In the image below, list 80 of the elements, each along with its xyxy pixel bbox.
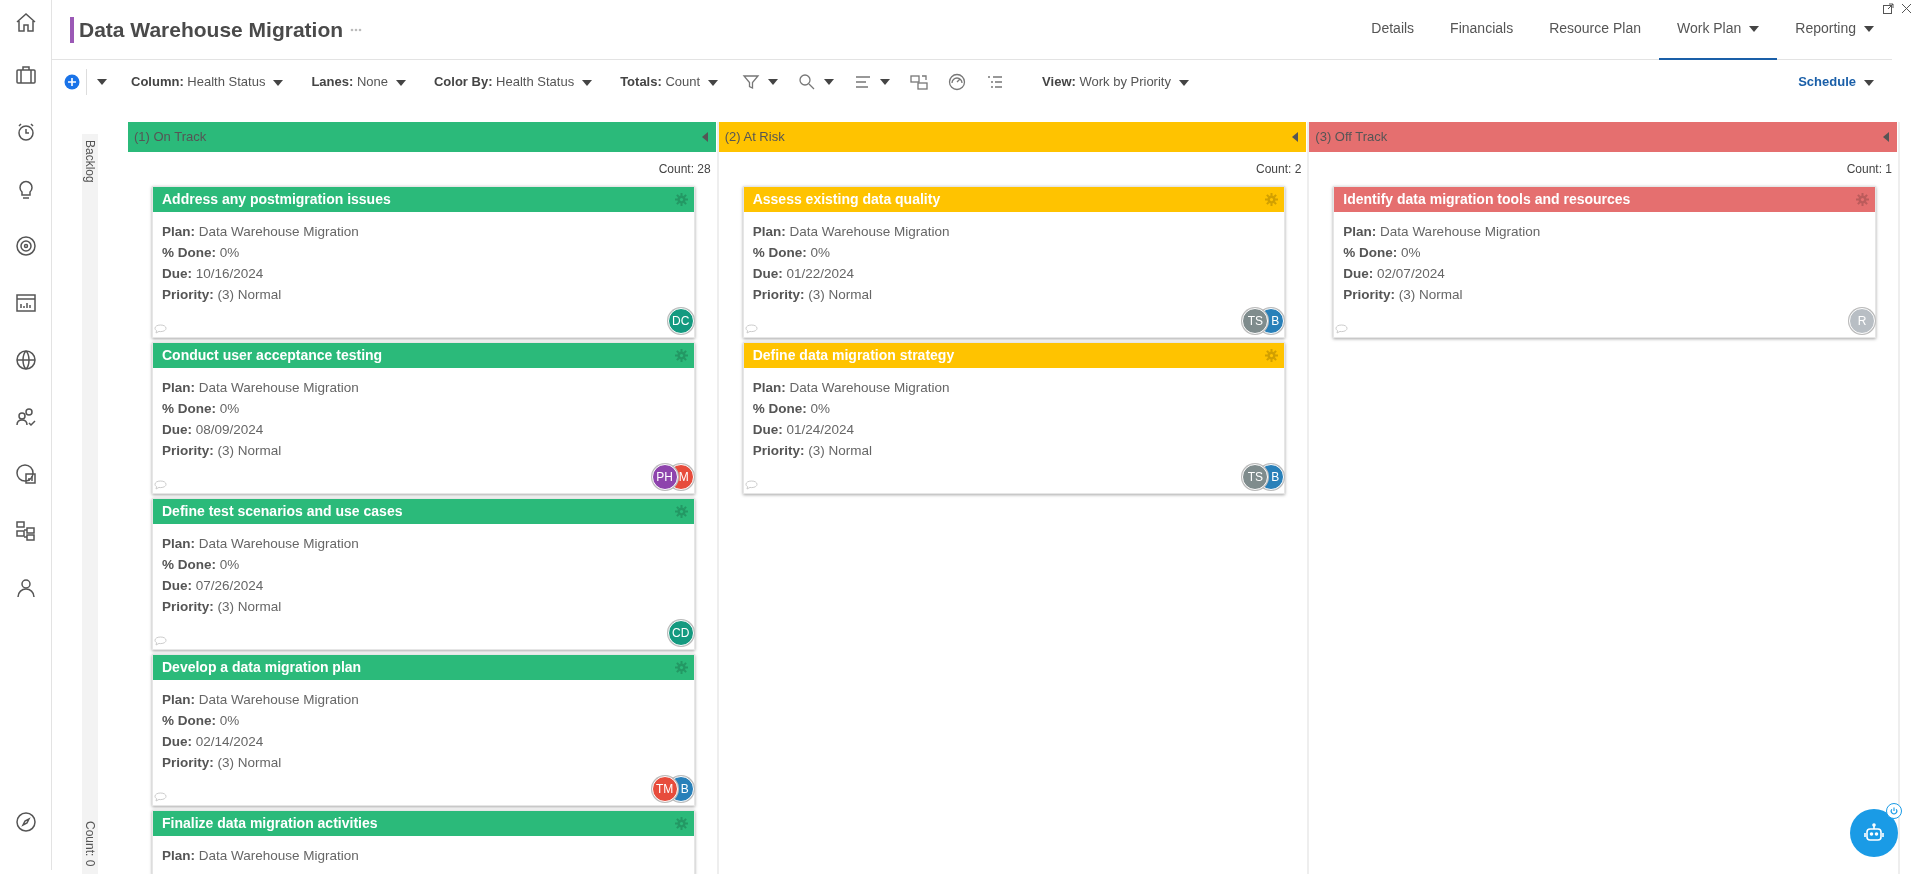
card-field: Due: 01/24/2024 xyxy=(752,419,1276,440)
collapse-icon[interactable] xyxy=(1883,132,1889,142)
backlog-count: Count: 0 xyxy=(82,820,98,866)
column-count: Count: 28 xyxy=(657,161,712,178)
expand-icon[interactable] xyxy=(1883,3,1894,14)
column-count: Count: 2 xyxy=(1254,161,1303,178)
dropdown-selector[interactable]: Column: Health Status xyxy=(117,72,298,92)
card-field: Plan: Data Warehouse Migration xyxy=(162,689,685,710)
card-field: Priority: (3) Normal xyxy=(162,440,685,461)
card-field: Priority: (3) Normal xyxy=(1343,284,1866,305)
robot-icon xyxy=(1863,822,1885,844)
globe-icon[interactable] xyxy=(14,347,38,372)
card-field: Plan: Data Warehouse Migration xyxy=(162,221,685,242)
column-title: (2) At Risk xyxy=(724,128,785,147)
avatar: TS xyxy=(1242,308,1269,334)
card-field: % Done: 0% xyxy=(162,242,685,263)
card-field: Plan: Data Warehouse Migration xyxy=(752,377,1276,398)
avatar: DC xyxy=(667,308,694,334)
dropdown-selector[interactable]: View: Work by Priority xyxy=(1028,72,1203,92)
report-icon[interactable] xyxy=(14,461,38,486)
card-field: Plan: Data Warehouse Migration xyxy=(1343,221,1866,242)
tab[interactable]: Work Plan xyxy=(1658,0,1778,60)
tab[interactable]: Details xyxy=(1353,0,1433,60)
card-field: Priority: (3) Normal xyxy=(162,284,685,305)
backlog-label[interactable]: Backlog xyxy=(81,140,99,183)
card-field: Plan: Data Warehouse Migration xyxy=(162,377,685,398)
card-field: % Done: 0% xyxy=(752,242,1276,263)
search-icon[interactable] xyxy=(798,73,817,91)
card-field: % Done: 0% xyxy=(1343,242,1866,263)
close-icon[interactable] xyxy=(1901,3,1912,14)
add-icon[interactable] xyxy=(64,74,80,90)
collapse-icon[interactable] xyxy=(701,132,708,142)
schedule-button[interactable]: Schedule xyxy=(1784,72,1888,92)
list-icon[interactable] xyxy=(986,73,1005,91)
dropdown-selector[interactable]: Totals: Count xyxy=(606,72,733,92)
caret-icon[interactable] xyxy=(824,79,835,85)
collapse-icon[interactable] xyxy=(1292,132,1299,142)
card-field: Due: 10/16/2024 xyxy=(162,263,685,284)
target-icon[interactable] xyxy=(14,233,38,258)
card-field: Priority: (3) Normal xyxy=(162,596,685,617)
column-count: Count: 1 xyxy=(1845,161,1893,178)
avatar: PH xyxy=(651,464,678,490)
filter-icon[interactable] xyxy=(742,73,761,91)
compass-icon[interactable] xyxy=(14,810,38,834)
card-field: Due: 08/09/2024 xyxy=(162,419,685,440)
chatbot-button[interactable] xyxy=(1850,809,1898,857)
avatar: TS xyxy=(1242,464,1269,490)
caret-icon[interactable] xyxy=(880,79,891,85)
tab[interactable]: Resource Plan xyxy=(1531,0,1659,60)
caret-icon[interactable] xyxy=(768,79,779,85)
avatar: R xyxy=(1849,308,1875,334)
avatar: CD xyxy=(667,620,694,646)
card-field: Due: 07/26/2024 xyxy=(162,575,685,596)
gauge-icon[interactable] xyxy=(948,73,967,91)
card-field: % Done: 0% xyxy=(752,398,1276,419)
column-title: (3) Off Track xyxy=(1315,128,1388,147)
power-icon xyxy=(1886,803,1902,819)
card-field: % Done: 0% xyxy=(162,398,685,419)
card-field: Due: 02/14/2024 xyxy=(162,731,685,752)
tab[interactable]: Financials xyxy=(1432,0,1532,60)
align-icon[interactable] xyxy=(854,73,873,91)
dropdown-selector[interactable]: Lanes: None xyxy=(297,72,420,92)
swap-icon[interactable] xyxy=(910,73,929,91)
card-field: Plan: Data Warehouse Migration xyxy=(752,221,1276,242)
page-title: Data Warehouse Migration xyxy=(70,16,344,43)
card-field: Priority: (3) Normal xyxy=(752,440,1276,461)
card-field: Priority: (3) Normal xyxy=(752,284,1276,305)
home-icon[interactable] xyxy=(14,11,38,35)
card-field: Priority: (3) Normal xyxy=(162,752,685,773)
dropdown-selector[interactable]: Color By: Health Status xyxy=(420,72,607,92)
card-field: Plan: Data Warehouse Migration xyxy=(162,533,685,554)
avatar: TM xyxy=(651,776,678,802)
card-field: Due: 01/22/2024 xyxy=(752,263,1276,284)
card-field: % Done: 0% xyxy=(162,710,685,731)
card-field: Due: 02/07/2024 xyxy=(1343,263,1866,284)
column-title: (1) On Track xyxy=(134,128,207,147)
card-field: % Done: 0% xyxy=(162,554,685,575)
hierarchy-icon[interactable] xyxy=(14,518,38,543)
card-field: Plan: Data Warehouse Migration xyxy=(162,845,685,866)
tab[interactable]: Reporting xyxy=(1777,0,1892,60)
